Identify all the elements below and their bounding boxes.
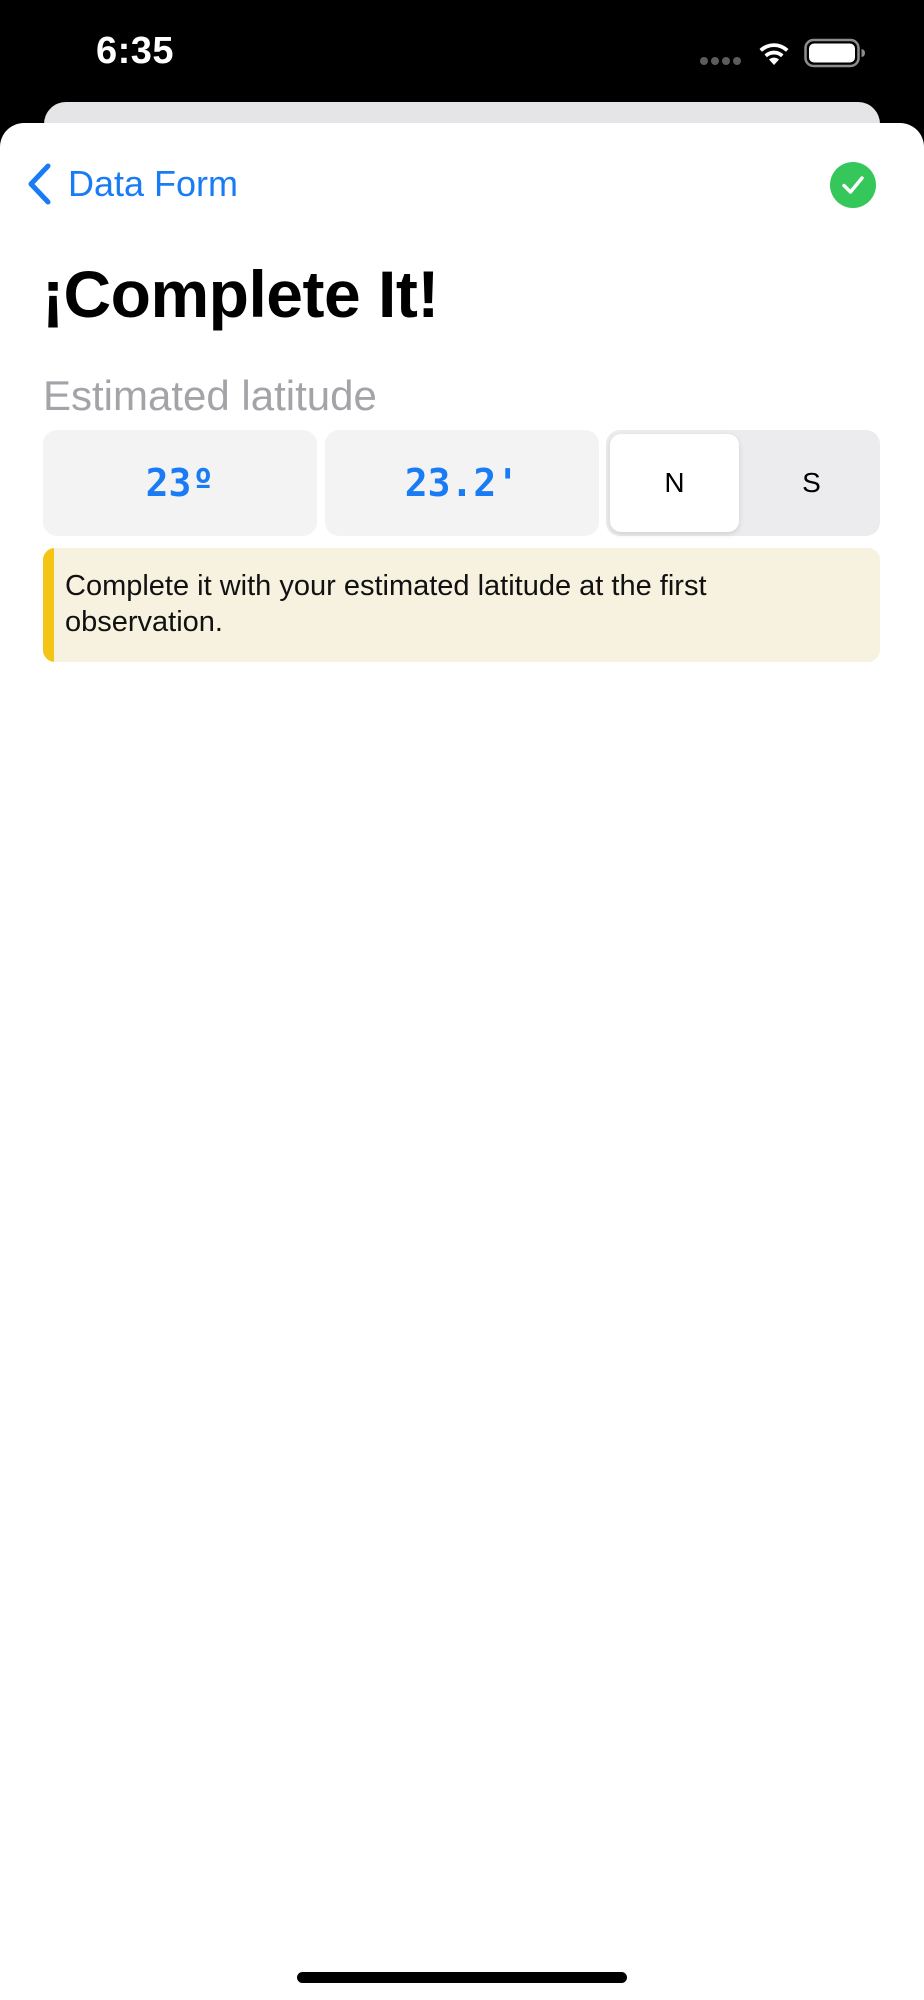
hint-accent-bar <box>43 548 54 662</box>
battery-icon <box>804 38 865 68</box>
hint-callout: Complete it with your estimated latitude… <box>43 548 880 662</box>
back-button[interactable]: Data Form <box>24 160 238 208</box>
checkmark-icon <box>842 176 864 194</box>
done-button[interactable] <box>830 162 876 208</box>
back-button-label: Data Form <box>68 163 239 204</box>
hint-text: Complete it with your estimated latitude… <box>65 570 707 638</box>
chevron-left-icon <box>28 163 51 205</box>
status-bar: 6:35 <box>0 0 924 100</box>
signal-dots-icon <box>700 57 742 65</box>
hemisphere-south-segment[interactable]: S <box>747 434 876 532</box>
latitude-minutes-input[interactable]: 23.2' <box>325 430 599 536</box>
hemisphere-segmented-control: N S <box>606 430 880 536</box>
wifi-icon <box>759 43 789 65</box>
page-title: ¡Complete It! <box>42 257 439 331</box>
app-screen: 6:35 Data Form ¡Complete It! Estimated l… <box>0 0 924 2000</box>
hemisphere-north-segment[interactable]: N <box>610 434 739 532</box>
home-indicator[interactable] <box>297 1972 627 1983</box>
status-time: 6:35 <box>96 30 175 72</box>
latitude-degrees-input[interactable]: 23º <box>43 430 317 536</box>
estimated-latitude-label: Estimated latitude <box>43 372 377 419</box>
